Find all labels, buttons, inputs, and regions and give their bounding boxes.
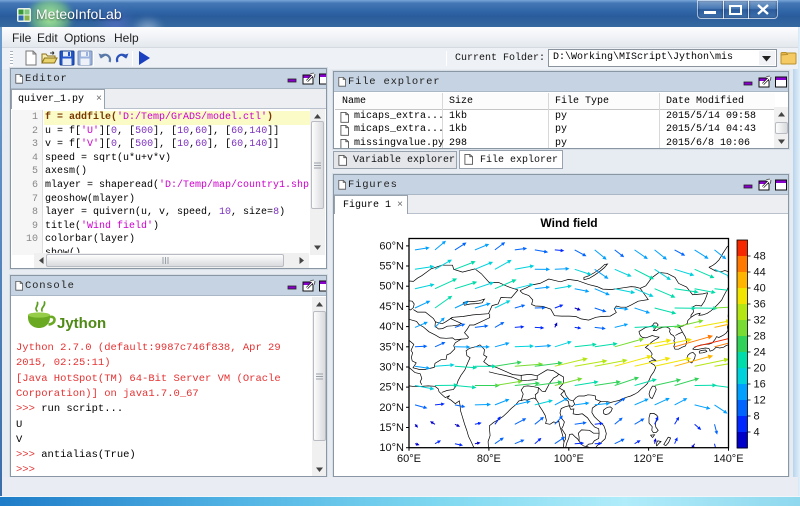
svg-text:35°N: 35°N	[379, 341, 404, 353]
svg-text:20°N: 20°N	[379, 402, 404, 414]
svg-text:48: 48	[754, 251, 766, 263]
svg-text:100°E: 100°E	[554, 453, 584, 465]
svg-text:36: 36	[754, 299, 766, 311]
svg-text:Jython: Jython	[57, 315, 106, 332]
svg-text:55°N: 55°N	[379, 261, 404, 273]
svg-text:25°N: 25°N	[379, 382, 404, 394]
svg-text:12: 12	[754, 395, 766, 407]
svg-text:140°E: 140°E	[713, 453, 743, 465]
svg-text:15°N: 15°N	[379, 422, 404, 434]
svg-text:30°N: 30°N	[379, 362, 404, 374]
svg-text:16: 16	[754, 379, 766, 391]
svg-text:28: 28	[754, 331, 766, 343]
svg-text:45°N: 45°N	[379, 301, 404, 313]
svg-text:80°E: 80°E	[477, 453, 501, 465]
svg-text:32: 32	[754, 315, 766, 327]
svg-text:40: 40	[754, 283, 766, 295]
svg-text:8: 8	[754, 411, 760, 423]
svg-text:20: 20	[754, 363, 766, 375]
svg-text:50°N: 50°N	[379, 281, 404, 293]
svg-text:Wind field: Wind field	[540, 216, 597, 230]
svg-text:24: 24	[754, 347, 766, 359]
svg-text:44: 44	[754, 267, 766, 279]
svg-text:4: 4	[754, 427, 760, 439]
svg-text:40°N: 40°N	[379, 321, 404, 333]
svg-text:60°N: 60°N	[379, 240, 404, 252]
svg-text:60°E: 60°E	[397, 453, 421, 465]
svg-text:120°E: 120°E	[634, 453, 664, 465]
